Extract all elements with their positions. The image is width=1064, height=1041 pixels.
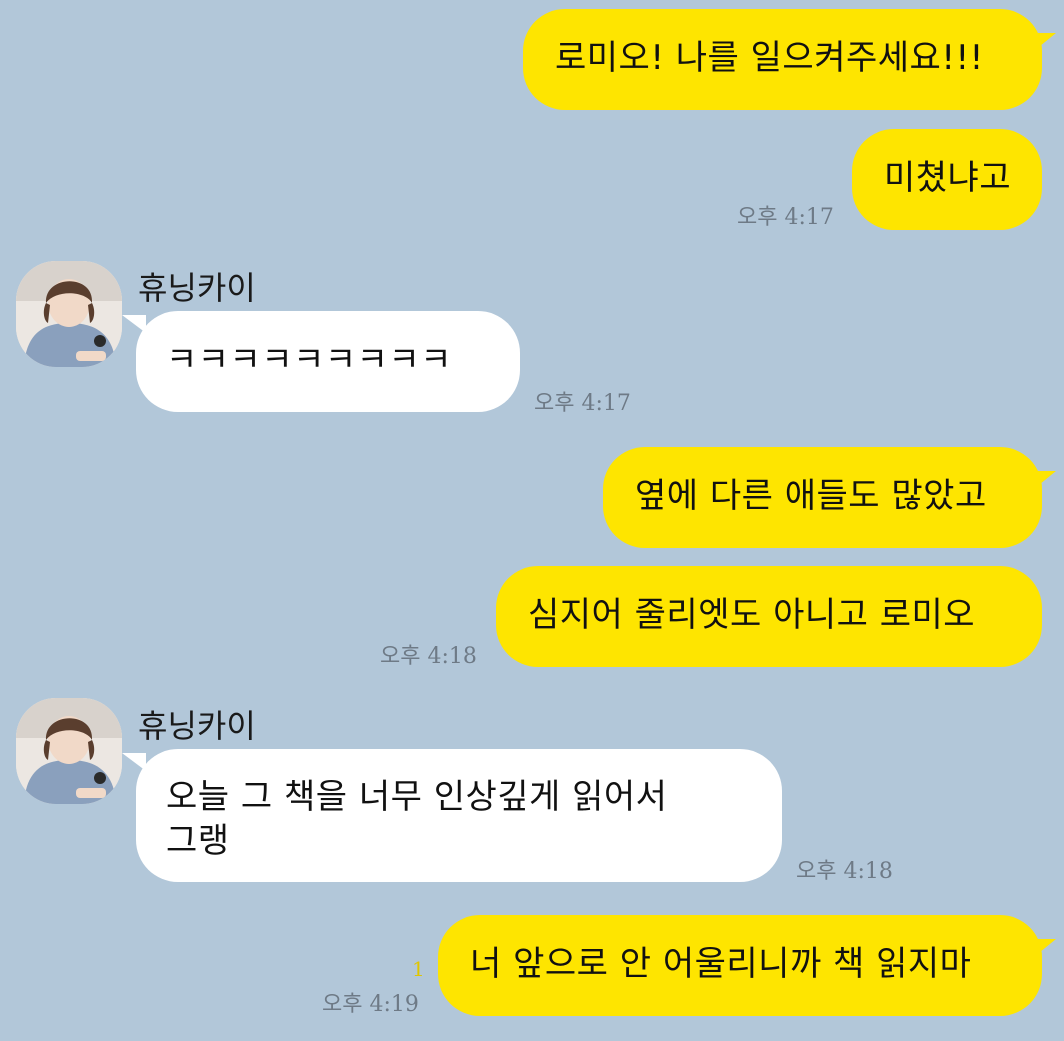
message-text: ㅋㅋㅋㅋㅋㅋㅋㅋㅋ bbox=[166, 340, 453, 380]
chat-bubble-sent[interactable]: 옆에 다른 애들도 많았고 bbox=[603, 447, 1056, 548]
profile-photo-icon bbox=[16, 261, 122, 367]
message-timestamp: 오후 4:18 bbox=[380, 644, 477, 669]
message-text: 너 앞으로 안 어울리니까 책 읽지마 bbox=[470, 944, 972, 984]
chat-bubble-sent[interactable]: 로미오! 나를 일으켜주세요!!! bbox=[523, 9, 1056, 110]
message-text-line: 그랭 bbox=[166, 821, 230, 861]
contact-avatar[interactable] bbox=[16, 261, 122, 367]
profile-photo-icon bbox=[16, 698, 122, 804]
sender-name: 휴닝카이 bbox=[138, 269, 256, 307]
message-text: 미쳤냐고 bbox=[884, 158, 1012, 198]
message-timestamp: 오후 4:17 bbox=[737, 205, 834, 230]
sender-name: 휴닝카이 bbox=[138, 707, 256, 745]
chat-bubble-received[interactable]: ㅋㅋㅋㅋㅋㅋㅋㅋㅋ bbox=[122, 311, 520, 412]
message-timestamp: 오후 4:17 bbox=[534, 391, 631, 416]
chat-bubble-sent[interactable]: 너 앞으로 안 어울리니까 책 읽지마 bbox=[438, 915, 1056, 1016]
chat-bubble-sent[interactable]: 미쳤냐고 bbox=[852, 129, 1042, 230]
message-text-line: 오늘 그 책을 너무 인상깊게 읽어서 bbox=[166, 777, 668, 817]
chat-bubble-received[interactable]: 오늘 그 책을 너무 인상깊게 읽어서 그랭 bbox=[122, 749, 782, 882]
contact-avatar[interactable] bbox=[16, 698, 122, 804]
unread-count: 1 bbox=[412, 957, 425, 981]
message-text: 심지어 줄리엣도 아니고 로미오 bbox=[528, 595, 976, 635]
message-text: 옆에 다른 애들도 많았고 bbox=[635, 476, 987, 516]
message-text: 로미오! 나를 일으켜주세요!!! bbox=[555, 38, 984, 78]
message-timestamp: 오후 4:19 bbox=[322, 992, 419, 1017]
message-timestamp: 오후 4:18 bbox=[796, 859, 893, 884]
chat-bubble-sent[interactable]: 심지어 줄리엣도 아니고 로미오 bbox=[496, 566, 1042, 667]
